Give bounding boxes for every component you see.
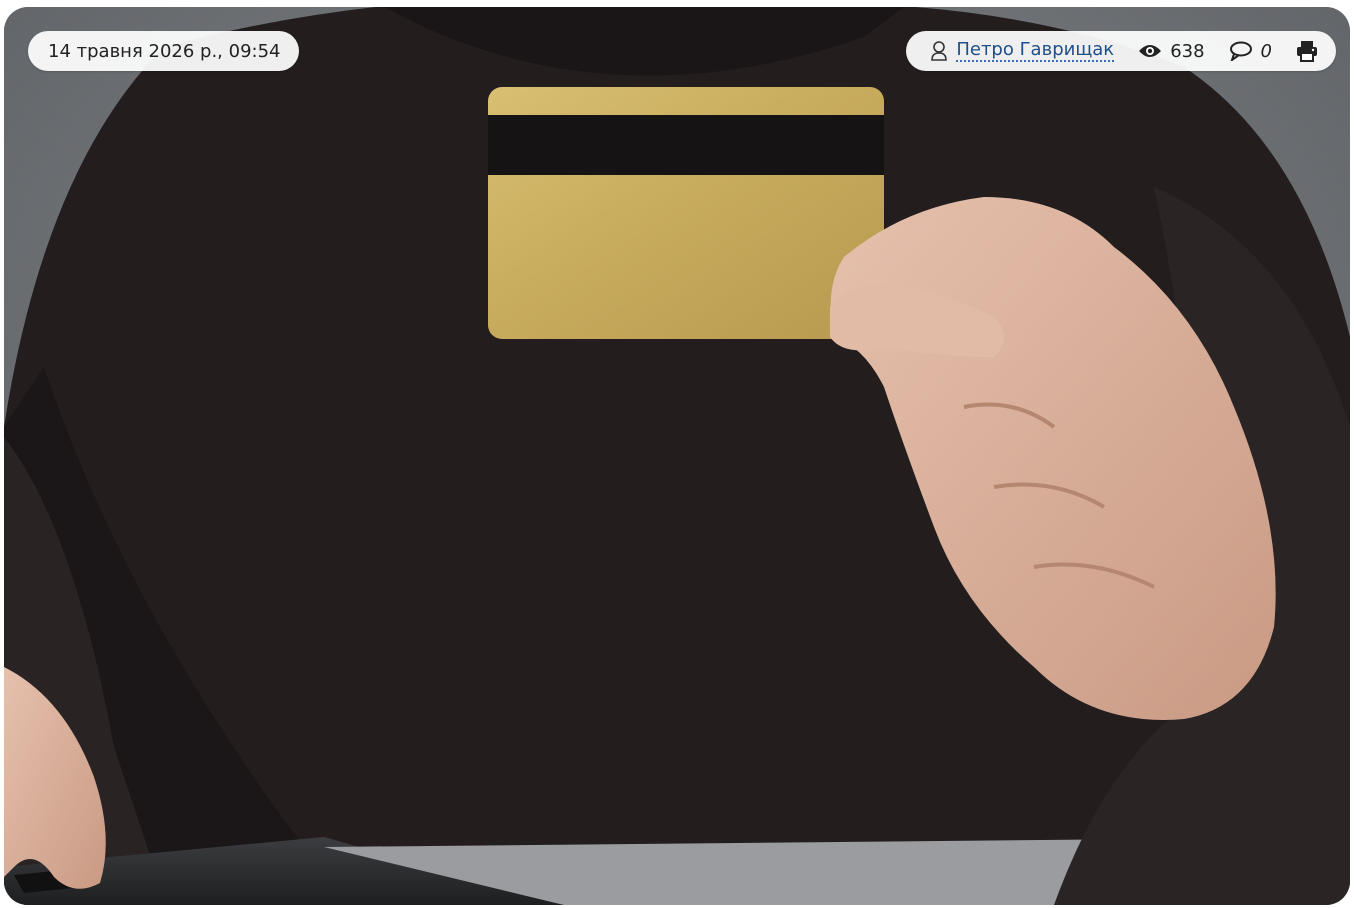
publish-date: 14 травня 2026 р., 09:54: [48, 40, 281, 62]
author-group: Петро Гаврищак: [930, 40, 1115, 62]
comments-group: 0: [1229, 41, 1272, 62]
comments-count[interactable]: 0: [1261, 41, 1272, 62]
print-icon[interactable]: [1296, 40, 1318, 62]
author-link[interactable]: Петро Гаврищак: [956, 40, 1115, 62]
article-meta-bar: Петро Гаврищак 638 0: [906, 31, 1336, 71]
comment-icon: [1229, 41, 1253, 61]
views-count: 638: [1170, 40, 1205, 62]
article-photo: [4, 7, 1350, 905]
views-group: 638: [1138, 40, 1205, 62]
article-photo-frame: 14 травня 2026 р., 09:54 Петро Гаврищак …: [4, 7, 1350, 905]
date-badge: 14 травня 2026 р., 09:54: [28, 31, 299, 71]
print-group: [1296, 40, 1318, 62]
user-icon: [930, 41, 948, 61]
eye-icon: [1138, 43, 1162, 59]
